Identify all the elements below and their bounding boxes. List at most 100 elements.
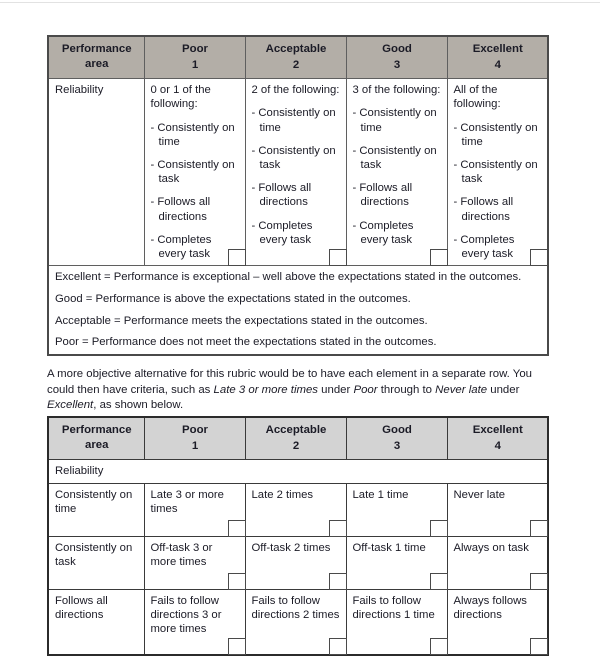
score-checkbox[interactable]: [227, 572, 246, 590]
score-checkbox[interactable]: [429, 572, 448, 590]
criteria-text: Off-task 3 or more times: [150, 541, 213, 568]
list-item: - Completes every task: [251, 219, 313, 246]
list-item: - Consistently on task: [352, 144, 437, 171]
score-checkbox[interactable]: [530, 637, 548, 655]
score-checkbox[interactable]: [328, 637, 347, 655]
cell-excellent: Always follows directions: [446, 588, 549, 656]
legend-line-excellent: Excellent = Performance is exceptional –…: [55, 271, 522, 284]
score-checkbox[interactable]: [429, 637, 448, 655]
criteria-list: - Consistently on time - Consistently on…: [353, 106, 442, 247]
score-checkbox[interactable]: [530, 249, 548, 267]
cell-good: Fails to follow directions 1 time: [345, 588, 448, 656]
table-row: Consistently on task Off-task 3 or more …: [47, 535, 549, 590]
note-emphasis-excellent: Excellent: [47, 399, 94, 412]
legend-line-good: Good = Performance is above the expectat…: [55, 292, 411, 305]
legend-row: Excellent = Performance is exceptional –…: [47, 265, 549, 356]
header-poor: Poor 1: [143, 416, 246, 461]
cell-performance-area: Reliability: [47, 78, 145, 267]
criteria-text: Late 3 or more times: [150, 488, 224, 515]
legend-line-acceptable: Acceptable = Performance meets the expec…: [55, 314, 428, 327]
header-performance-area: Performance area: [47, 35, 145, 80]
header-label: Acceptable: [265, 424, 327, 436]
analytic-rubric-table: Performance area Poor 1 Acceptable 2 Goo…: [47, 416, 549, 656]
note-text: under: [487, 383, 520, 396]
score-checkbox[interactable]: [530, 572, 548, 590]
criteria-text: Always on task: [453, 541, 529, 554]
criteria-text: Fails to follow directions 1 time: [352, 594, 435, 621]
criteria-list: - Consistently on time - Consistently on…: [454, 121, 543, 262]
list-item: - Consistently on task: [150, 158, 235, 186]
cell-acceptable: 2 of the following: - Consistently on ti…: [244, 78, 347, 267]
criteria-text: Off-task 2 times: [251, 541, 331, 554]
criteria-text: Off-task 1 time: [352, 541, 426, 554]
holistic-rubric-table: Performance area Poor 1 Acceptable 2 Goo…: [47, 35, 549, 356]
criteria-text: Fails to follow directions 3 or more tim…: [150, 594, 222, 636]
list-item: - Consistently on time: [251, 107, 336, 134]
group-label-reliability: Reliability: [47, 459, 549, 484]
table-row: Reliability 0 or 1 of the following: - C…: [47, 78, 549, 267]
score-checkbox[interactable]: [227, 637, 246, 655]
score-checkbox[interactable]: [530, 519, 548, 537]
header-label: Good: [382, 424, 412, 436]
note-text: through to: [377, 383, 436, 396]
cell-poor: Off-task 3 or more times: [143, 535, 246, 590]
note-text: under: [318, 383, 354, 396]
criteria-text: Fails to follow directions 2 times: [251, 594, 340, 621]
legend-line-poor: Poor = Performance does not meet the exp…: [55, 336, 437, 349]
header-score: 1: [191, 440, 199, 453]
list-item: - Follows all directions: [453, 196, 514, 223]
cell-excellent: All of the following: - Consistently on …: [446, 78, 549, 267]
rubric-legend: Excellent = Performance is exceptional –…: [47, 265, 549, 356]
header-label: Performance area: [61, 424, 132, 452]
list-item: - Consistently on time: [352, 107, 437, 134]
note-emphasis-poor: Poor: [353, 383, 378, 396]
header-excellent: Excellent 4: [446, 35, 549, 80]
header-performance-area: Performance area: [47, 416, 145, 461]
note-emphasis-late: Late 3 or more times: [213, 383, 318, 396]
document-sheet: Performance area Poor 1 Acceptable 2 Goo…: [0, 0, 600, 656]
criteria-text: Never late: [453, 488, 506, 501]
cell-performance-area: Consistently on time: [47, 482, 145, 537]
table-row: Follows all directions Fails to follow d…: [47, 588, 549, 656]
header-score: 1: [191, 59, 199, 72]
performance-area-label: Reliability: [55, 84, 104, 97]
header-acceptable: Acceptable 2: [244, 416, 347, 461]
list-item: - Consistently on task: [453, 158, 538, 186]
list-item: - Follows all directions: [352, 182, 413, 209]
score-checkbox[interactable]: [227, 519, 246, 537]
cell-excellent: Always on task: [446, 535, 549, 590]
criteria-text: Always follows directions: [453, 594, 527, 621]
cell-poor: Late 3 or more times: [143, 482, 246, 537]
cell-acceptable: Late 2 times: [244, 482, 347, 537]
criteria-list: - Consistently on time - Consistently on…: [151, 121, 240, 262]
header-score: 4: [494, 440, 501, 453]
cell-excellent: Never late: [446, 482, 549, 537]
score-checkbox[interactable]: [227, 249, 246, 267]
explanatory-paragraph: A more objective alternative for this ru…: [47, 367, 551, 414]
header-label: Excellent: [472, 424, 523, 436]
list-item: - Consistently on time: [150, 121, 235, 148]
criteria-lead: 0 or 1 of the following:: [150, 84, 211, 111]
criteria-lead: 3 of the following:: [352, 84, 441, 97]
header-good: Good 3: [345, 35, 448, 80]
header-score: 3: [393, 59, 401, 72]
score-checkbox[interactable]: [429, 249, 448, 267]
criteria-text: Late 1 time: [352, 488, 409, 501]
score-checkbox[interactable]: [328, 249, 347, 267]
header-excellent: Excellent 4: [446, 416, 549, 461]
score-checkbox[interactable]: [429, 519, 448, 537]
criteria-text: Late 2 times: [251, 488, 314, 501]
header-label: Poor: [182, 424, 208, 436]
header-label: Acceptable: [265, 43, 327, 55]
list-item: - Consistently on task: [251, 144, 336, 171]
list-item: - Completes every task: [453, 233, 515, 261]
header-score: 4: [494, 59, 501, 72]
header-score: 3: [393, 440, 401, 453]
score-checkbox[interactable]: [328, 572, 347, 590]
cell-poor: Fails to follow directions 3 or more tim…: [143, 588, 246, 656]
list-item: - Consistently on time: [453, 121, 538, 148]
header-acceptable: Acceptable 2: [244, 35, 347, 80]
score-checkbox[interactable]: [328, 519, 347, 537]
criteria-lead: All of the following:: [453, 84, 501, 111]
table-header-row: Performance area Poor 1 Acceptable 2 Goo…: [47, 416, 549, 461]
